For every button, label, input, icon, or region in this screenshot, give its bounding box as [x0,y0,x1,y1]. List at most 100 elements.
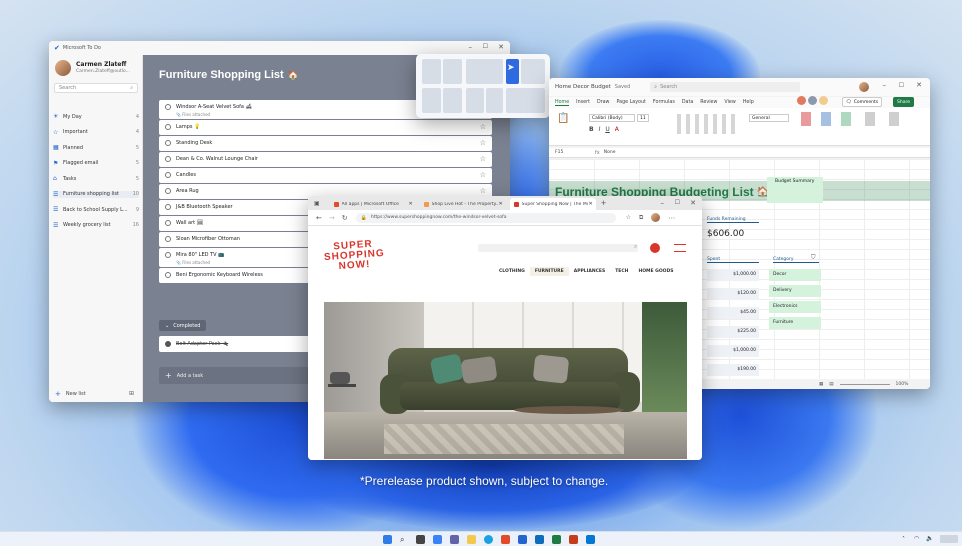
snap-zone[interactable] [443,59,462,84]
font-select[interactable]: Calibri (Body) [589,114,635,122]
star-icon[interactable]: ☆ [480,171,486,179]
address-bar[interactable]: 🔒 https://www.supershoppingnow.com/the-w… [355,212,616,223]
close-tab-icon[interactable]: ✕ [588,201,592,207]
font-color-icon[interactable]: A [615,126,619,133]
todo-icon[interactable] [518,535,527,544]
forward-icon[interactable]: → [329,214,335,222]
alignment-icons[interactable] [677,114,737,134]
site-search-input[interactable] [478,244,638,252]
maximize-icon[interactable]: ☐ [483,43,488,50]
snap-zone[interactable] [422,59,441,84]
spent-cell[interactable]: $1,000.00 [707,345,759,357]
task-checkbox[interactable] [165,220,171,226]
minimize-icon[interactable]: – [469,43,473,51]
search-icon[interactable]: ⌕ [634,243,637,251]
avatar[interactable] [651,213,661,222]
task-item[interactable]: Standing Desk ☆ [159,136,492,151]
editing-icon[interactable] [889,112,899,126]
snap-zone[interactable] [422,88,441,113]
ribbon-tab[interactable]: Page Layout [616,100,645,105]
font-size-select[interactable]: 11 [637,114,649,122]
sidebar-item[interactable]: ⌂ Tasks 5 [53,175,139,182]
sidebar-item[interactable]: ▦ Planned 5 [53,144,139,151]
tab-actions-icon[interactable]: ▣ [314,200,320,207]
formula-bar[interactable]: F15 fx None [549,148,930,158]
italic-icon[interactable]: I [599,126,601,133]
refresh-icon[interactable]: ↻ [342,214,348,222]
clock[interactable] [940,535,958,543]
spent-cell[interactable]: $120.00 [707,288,759,300]
task-item[interactable]: Candles ☆ [159,168,492,183]
site-nav-link[interactable]: APPLIANCES [569,267,611,276]
snap-zone[interactable] [506,88,545,113]
task-checkbox[interactable] [165,204,171,210]
site-nav-link[interactable]: TECH [610,267,633,276]
ribbon-tab[interactable]: Insert [576,100,590,105]
minimize-icon[interactable]: – [883,81,887,89]
category-cell[interactable]: Delivery [769,285,821,297]
maximize-icon[interactable]: ☐ [675,199,680,206]
file-explorer-icon[interactable] [467,535,476,544]
excel-search-box[interactable]: ⌕ Search [650,82,801,92]
site-nav-link[interactable]: FURNITURE [529,267,569,276]
star-icon[interactable]: ☆ [480,139,486,147]
sofa-product-image[interactable] [324,302,687,459]
ribbon-tab[interactable]: Data [682,100,693,105]
task-item[interactable]: Lamps 💡 ☆ [159,120,492,135]
underline-icon[interactable]: U [605,126,609,133]
sidebar-item[interactable]: ☰ Back to School Supply L... 9 [53,206,139,213]
collections-icon[interactable]: ⧉ [639,214,643,222]
outlook-icon[interactable] [586,535,595,544]
close-tab-icon[interactable]: ✕ [498,201,502,207]
search-icon[interactable]: ⌕ [400,535,409,544]
browser-tab[interactable]: All apps | Microsoft Office ✕ [330,198,416,210]
close-icon[interactable]: ✕ [690,199,696,207]
snap-zone[interactable] [486,88,503,113]
excel-icon[interactable] [552,535,561,544]
avatar[interactable] [859,82,869,92]
page-layout-icon[interactable]: ▤ [829,382,833,387]
ribbon-tab[interactable]: View [724,100,735,105]
brand-logo[interactable]: SUPER SHOPPING NOW! [323,239,386,273]
conditional-formatting-icon[interactable] [801,112,811,126]
task-view-icon[interactable] [416,535,425,544]
close-icon[interactable]: ✕ [498,43,504,51]
category-cell[interactable]: Electronics [769,301,821,313]
edge-icon[interactable] [484,535,493,544]
word-icon[interactable] [535,535,544,544]
zoom-slider[interactable] [839,383,890,385]
paste-icon[interactable]: 📋 [557,113,569,124]
name-box[interactable]: F15 [555,150,595,155]
close-tab-icon[interactable]: ✕ [408,201,412,207]
sidebar-item[interactable]: ☀ My Day 4 [53,113,139,120]
budget-summary-cell[interactable]: Budget Summary [767,177,823,203]
task-checkbox[interactable] [165,272,171,278]
new-group-icon[interactable]: ⊞ [129,390,134,397]
maximize-icon[interactable]: ☐ [899,82,904,89]
ribbon-tab[interactable]: Home [555,100,570,106]
number-format-select[interactable]: General [749,114,789,122]
star-icon[interactable]: ☆ [480,155,486,163]
filter-icon[interactable]: ⛉ [811,254,816,262]
task-checkbox[interactable] [165,140,171,146]
ribbon-tab[interactable]: Review [700,100,717,105]
star-icon[interactable]: ☆ [480,187,486,195]
ribbon-tab[interactable]: Draw [597,100,610,105]
spent-cell[interactable]: $45.00 [707,307,759,319]
minimize-icon[interactable]: – [661,199,665,207]
cell-styles-icon[interactable] [841,112,851,126]
task-checkbox[interactable] [165,124,171,130]
ribbon-tab[interactable]: Formulas [653,100,675,105]
todo-search-box[interactable]: Search ⌕ [54,83,138,93]
spent-cell[interactable]: $1,000.00 [707,269,759,281]
task-item[interactable]: Dean & Co. Walnut Lounge Chair ☆ [159,152,492,167]
sidebar-item[interactable]: ☆ Important 4 [53,129,139,136]
star-icon[interactable]: ☆ [480,123,486,131]
sidebar-item[interactable]: ⚑ Flagged email 5 [53,160,139,167]
back-icon[interactable]: ← [316,214,322,222]
powerpoint-icon[interactable] [569,535,578,544]
favorites-icon[interactable]: ☆ [626,214,631,221]
network-icon[interactable]: ◠ [914,535,919,542]
task-checkbox[interactable] [165,156,171,162]
format-as-table-icon[interactable] [821,112,831,126]
